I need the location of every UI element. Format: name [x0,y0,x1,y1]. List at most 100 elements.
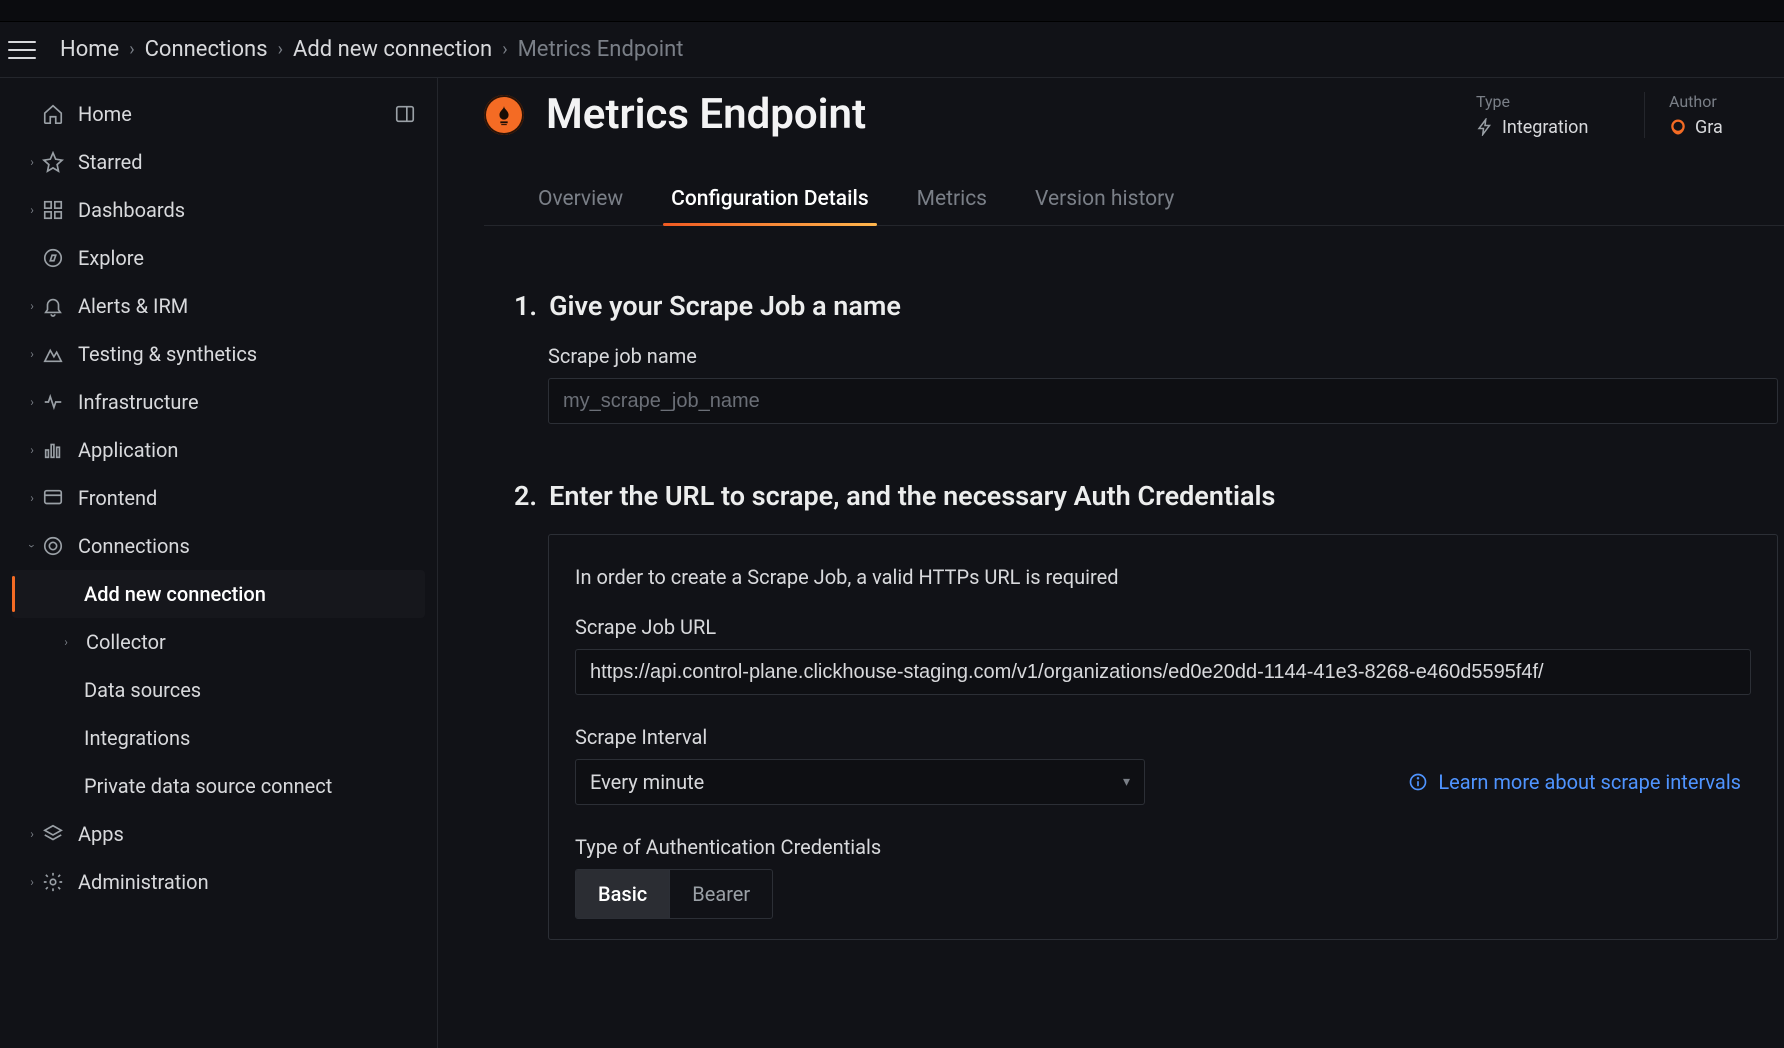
grid-icon [42,199,78,221]
breadcrumb-item[interactable]: Home [60,37,119,62]
bars-icon [42,439,78,461]
chevron-right-icon: › [502,39,507,60]
bell-icon [42,295,78,317]
meta-author-label: Author [1669,92,1784,111]
scrape-interval-label: Scrape Interval [575,725,1751,749]
sidebar-item-label: Integrations [84,726,411,750]
scrape-job-name-label: Scrape job name [548,344,1784,368]
sidebar-item-dashboards[interactable]: › Dashboards [12,186,425,234]
chevron-right-icon: › [26,827,38,841]
step-1: 1. Give your Scrape Job a name Scrape jo… [514,290,1784,424]
breadcrumb-item[interactable]: Connections [145,37,268,62]
chevron-right-icon: › [278,39,283,60]
tab-overview[interactable]: Overview [538,173,623,225]
star-icon [42,151,78,173]
auth-type-toggle: Basic Bearer [575,869,773,919]
step-number: 1. [514,290,537,322]
sidebar-item-add-new-connection[interactable]: Add new connection [12,570,425,618]
dock-sidebar-icon[interactable] [389,98,421,130]
sidebar-item-integrations[interactable]: Integrations [12,714,425,762]
scrape-job-name-input[interactable] [548,378,1778,424]
sidebar-item-testing[interactable]: › Testing & synthetics [12,330,425,378]
learn-more-link[interactable]: Learn more about scrape intervals [1408,770,1741,794]
sidebar-item-starred[interactable]: › Starred [12,138,425,186]
chevron-right-icon: › [26,875,38,889]
page-meta: Type Integration Author Gra [1476,92,1784,138]
mountain-icon [42,343,78,365]
chevron-right-icon: › [26,299,38,313]
sidebar-item-alerts[interactable]: › Alerts & IRM [12,282,425,330]
step-heading: Give your Scrape Job a name [549,290,901,322]
prometheus-icon [484,95,524,135]
meta-type-value: Integration [1476,117,1616,138]
bolt-icon [1476,118,1494,136]
sidebar-item-home[interactable]: Home [12,90,389,138]
select-value: Every minute [590,770,704,794]
sidebar-item-data-sources[interactable]: Data sources [12,666,425,714]
auth-option-bearer[interactable]: Bearer [669,870,772,918]
sidebar-item-label: Infrastructure [78,390,411,414]
scrape-url-label: Scrape Job URL [575,615,1751,639]
sidebar-item-frontend[interactable]: › Frontend [12,474,425,522]
plug-icon [42,535,78,557]
main-content: Metrics Endpoint Type Integration Author… [438,78,1784,1048]
sidebar-item-apps[interactable]: › Apps [12,810,425,858]
sidebar: Home › Starred › Dashboards Exp [0,78,438,1048]
meta-type-label: Type [1476,92,1616,111]
info-icon [1408,772,1428,792]
chevron-right-icon: › [60,635,72,649]
chevron-down-icon: › [25,540,39,552]
form-content: 1. Give your Scrape Job a name Scrape jo… [484,226,1784,940]
chevron-right-icon: › [26,395,38,409]
sidebar-item-label: Explore [78,246,411,270]
tab-version-history[interactable]: Version history [1035,173,1174,225]
window-topbar [0,0,1784,22]
meta-author-value: Gra [1669,117,1784,138]
compass-icon [42,247,78,269]
breadcrumb-item[interactable]: Add new connection [293,37,492,62]
sidebar-item-private-data-source[interactable]: Private data source connect [12,762,425,810]
sidebar-item-label: Application [78,438,411,462]
panel-intro-text: In order to create a Scrape Job, a valid… [575,565,1751,589]
step-heading: Enter the URL to scrape, and the necessa… [549,480,1275,512]
sidebar-item-label: Apps [78,822,411,846]
breadcrumb-item-current: Metrics Endpoint [518,37,684,62]
sidebar-item-application[interactable]: › Application [12,426,425,474]
breadcrumb: Home › Connections › Add new connection … [0,22,1784,78]
browser-icon [42,487,78,509]
layers-icon [42,823,78,845]
step-2: 2. Enter the URL to scrape, and the nece… [514,480,1784,940]
sidebar-item-label: Testing & synthetics [78,342,411,366]
chevron-right-icon: › [129,39,134,60]
menu-toggle-icon[interactable] [8,41,36,59]
sidebar-item-label: Connections [78,534,411,558]
sidebar-item-administration[interactable]: › Administration [12,858,425,906]
scrape-interval-select[interactable]: Every minute ▾ [575,759,1145,805]
sidebar-item-label: Data sources [84,678,411,702]
home-icon [42,103,78,125]
gear-icon [42,871,78,893]
sidebar-item-label: Starred [78,150,411,174]
sidebar-item-label: Dashboards [78,198,411,222]
tab-configuration-details[interactable]: Configuration Details [671,173,869,225]
sidebar-item-label: Administration [78,870,411,894]
pulse-icon [42,391,78,413]
step-number: 2. [514,480,537,512]
tab-metrics[interactable]: Metrics [917,173,987,225]
auth-type-label: Type of Authentication Credentials [575,835,1751,859]
auth-option-basic[interactable]: Basic [576,870,669,918]
chevron-down-icon: ▾ [1123,774,1130,790]
sidebar-item-explore[interactable]: Explore [12,234,425,282]
chevron-right-icon: › [26,443,38,457]
sidebar-item-collector[interactable]: › Collector [12,618,425,666]
page-header: Metrics Endpoint Type Integration Author… [484,78,1784,139]
scrape-url-input[interactable] [575,649,1751,695]
sidebar-item-infrastructure[interactable]: › Infrastructure [12,378,425,426]
sidebar-item-connections[interactable]: › Connections [12,522,425,570]
sidebar-item-label: Collector [86,630,411,654]
scrape-config-panel: In order to create a Scrape Job, a valid… [548,534,1778,940]
sidebar-item-label: Private data source connect [84,774,411,798]
sidebar-item-label: Add new connection [84,582,411,606]
chevron-right-icon: › [26,347,38,361]
tabs: Overview Configuration Details Metrics V… [484,173,1784,226]
